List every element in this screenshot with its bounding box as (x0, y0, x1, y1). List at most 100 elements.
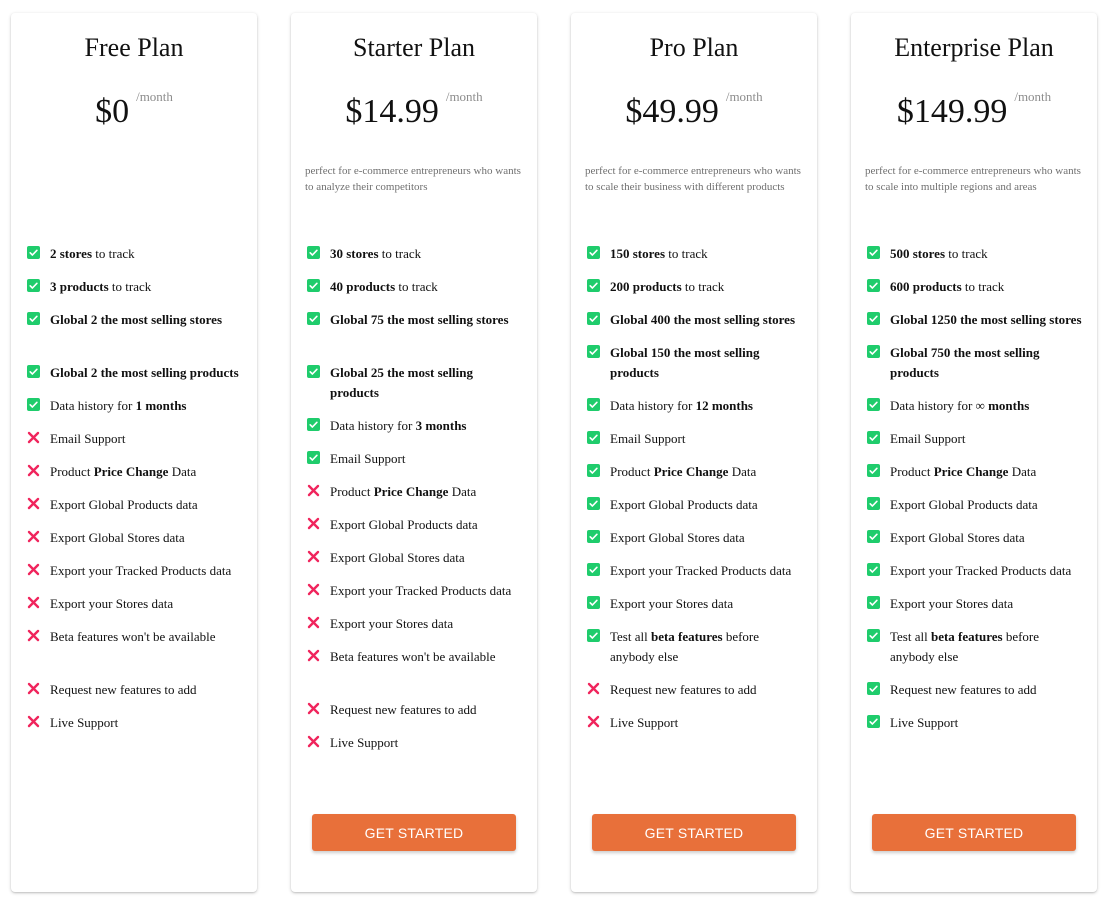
feature-text: Export your Stores data (890, 596, 1014, 611)
check-icon (587, 530, 600, 543)
check-icon (587, 431, 600, 444)
check-icon (587, 563, 600, 576)
feature-item: Product Price Change Data (27, 462, 245, 482)
feature-text: Test all (890, 629, 931, 644)
feature-text: Data history for (50, 398, 136, 413)
feature-item: Live Support (307, 733, 525, 753)
feature-item: Global 150 the most selling products (587, 343, 805, 383)
feature-text: to track (92, 246, 135, 261)
feature-text: Export your Tracked Products data (890, 563, 1072, 578)
feature-text: Data history for ∞ (890, 398, 989, 413)
feature-text: Data (168, 464, 197, 479)
feature-highlight: 30 stores (330, 246, 379, 261)
feature-item: Request new features to add (307, 700, 525, 720)
price-period: /month (725, 89, 763, 104)
feature-highlight: 200 products (610, 279, 682, 294)
check-icon (867, 246, 880, 259)
feature-text: Data (448, 484, 477, 499)
feature-highlight: Price Change (653, 464, 729, 479)
feature-highlight: 40 products (330, 279, 396, 294)
feature-item: Global 75 the most selling stores (307, 310, 525, 330)
pricing-card-pro: Pro Plan $49.99/month perfect for e-comm… (571, 13, 817, 892)
cross-icon (27, 715, 40, 728)
feature-item: Email Support (587, 429, 805, 449)
check-icon (867, 530, 880, 543)
feature-text: Export Global Products data (50, 497, 198, 512)
feature-text: to track (108, 279, 152, 294)
feature-highlight: 500 stores (890, 246, 946, 261)
check-icon (587, 464, 600, 477)
feature-item: Product Price Change Data (307, 482, 525, 502)
feature-text: Export your Stores data (330, 616, 454, 631)
feature-text: Export Global Stores data (330, 550, 465, 565)
plan-description: perfect for e-commerce entrepreneurs who… (585, 165, 801, 193)
feature-text: Export Global Products data (610, 497, 758, 512)
feature-highlight: Global 150 the most selling products (610, 345, 760, 380)
feature-text: Export your Tracked Products data (330, 583, 512, 598)
feature-highlight: beta features (650, 629, 723, 644)
feature-item: 30 stores to track (307, 244, 525, 264)
feature-text: to track (378, 246, 422, 261)
check-icon (867, 464, 880, 477)
check-icon (27, 398, 40, 411)
plan-title: Pro Plan (649, 33, 739, 62)
feature-highlight: Global 2 the most selling products (50, 365, 239, 380)
feature-item: 150 stores to track (587, 244, 805, 264)
check-icon (867, 715, 880, 728)
cross-icon (307, 484, 320, 497)
check-icon (587, 345, 600, 358)
feature-text: Export Global Products data (330, 517, 478, 532)
check-icon (307, 418, 320, 431)
feature-item: 40 products to track (307, 277, 525, 297)
feature-list: 2 stores to track 3 products to track Glob… (27, 244, 245, 746)
check-icon (867, 629, 880, 642)
feature-highlight: 3 months (415, 418, 467, 433)
feature-text: Data (1008, 464, 1037, 479)
feature-item: Live Support (27, 713, 245, 733)
check-icon (867, 431, 880, 444)
check-icon (867, 398, 880, 411)
feature-text: Test all (610, 629, 651, 644)
check-icon (587, 497, 600, 510)
feature-item: Beta features won't be available (307, 647, 525, 667)
feature-item: Export Global Products data (307, 515, 525, 535)
check-icon (27, 312, 40, 325)
feature-highlight: Global 1250 the most selling stores (890, 312, 1082, 327)
feature-item: Export Global Stores data (27, 528, 245, 548)
check-icon (867, 682, 880, 695)
check-icon (867, 279, 880, 292)
feature-item: Export Global Stores data (307, 548, 525, 568)
plan-price: $14.99 (345, 93, 439, 130)
get-started-button[interactable]: GET STARTED (312, 814, 516, 851)
cross-icon (307, 583, 320, 596)
feature-text: Export Global Stores data (610, 530, 745, 545)
feature-item: 2 stores to track (27, 244, 245, 264)
price-period: /month (1014, 89, 1052, 104)
feature-text: Live Support (330, 735, 399, 750)
feature-highlight: 12 months (695, 398, 753, 413)
get-started-button[interactable]: GET STARTED (592, 814, 796, 851)
feature-text: Export Global Stores data (50, 530, 185, 545)
feature-highlight: Price Change (93, 464, 169, 479)
feature-text: Export your Tracked Products data (610, 563, 792, 578)
feature-item: Export your Tracked Products data (867, 561, 1085, 581)
feature-item: Beta features won't be available (27, 627, 245, 647)
feature-text: Data history for (330, 418, 416, 433)
feature-item: Export Global Products data (867, 495, 1085, 515)
plan-description: perfect for e-commerce entrepreneurs who… (865, 165, 1081, 193)
feature-text: Live Support (610, 715, 679, 730)
feature-list: 30 stores to track 40 products to track Gl… (307, 244, 525, 766)
feature-item: Data history for ∞ months (867, 396, 1085, 416)
get-started-button[interactable]: GET STARTED (872, 814, 1076, 851)
check-icon (867, 596, 880, 609)
feature-item: Request new features to add (27, 680, 245, 700)
feature-item: Export your Stores data (307, 614, 525, 634)
cross-icon (587, 682, 600, 695)
feature-item: Data history for 1 months (27, 396, 245, 416)
feature-text: to track (395, 279, 438, 294)
feature-item: Global 2 the most selling stores (27, 310, 245, 330)
feature-highlight: months (988, 398, 1030, 413)
feature-text: Live Support (890, 715, 959, 730)
price-block: $49.99/month (571, 89, 817, 135)
pricing-cards: Free Plan $0/month 2 stores to track 3 pr… (11, 13, 1097, 892)
